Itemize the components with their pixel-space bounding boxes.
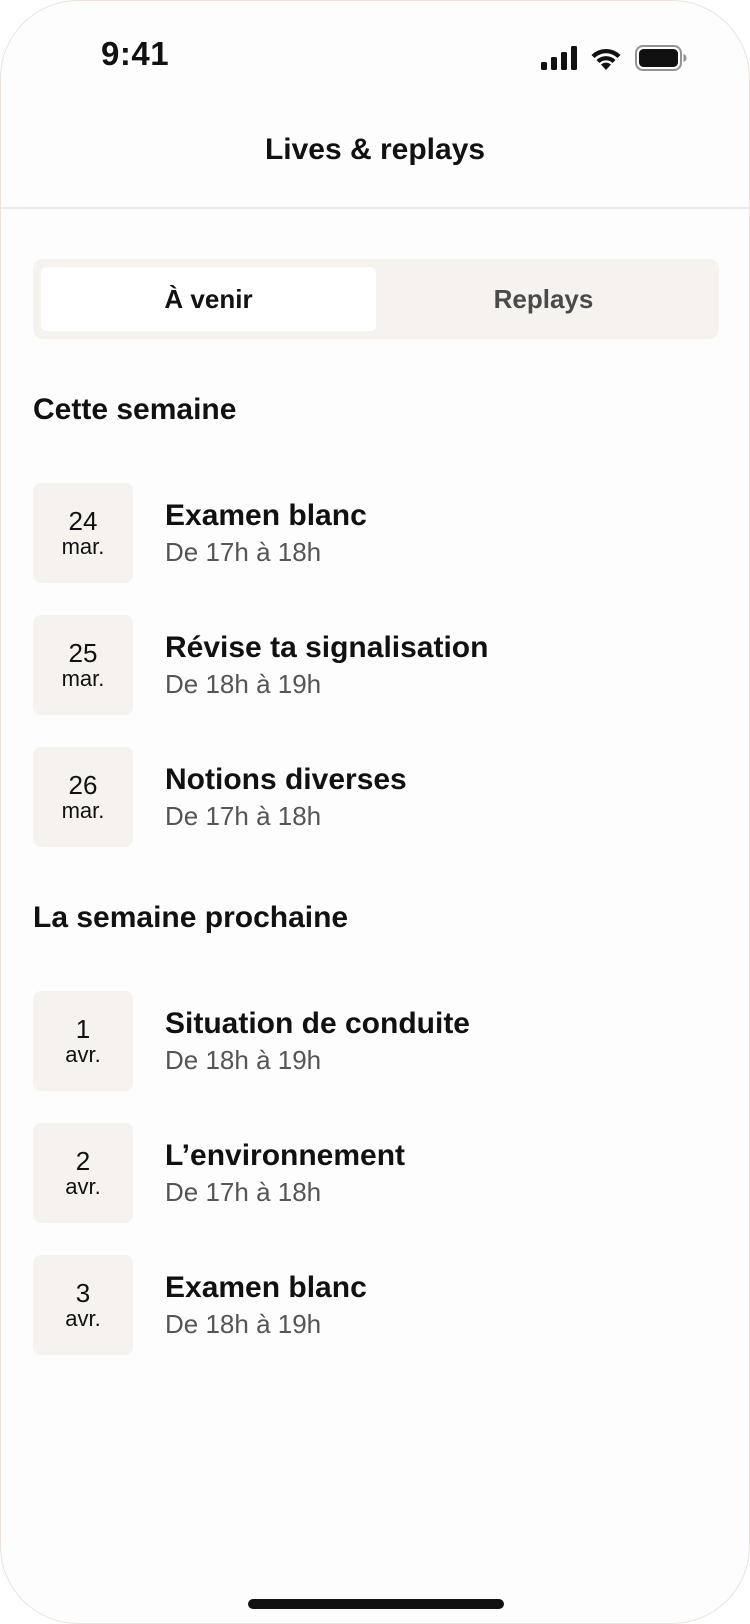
date-badge: 26 mar. xyxy=(33,747,133,847)
date-day: 26 xyxy=(68,770,98,800)
date-month: mar. xyxy=(61,666,105,691)
date-month: mar. xyxy=(61,534,105,559)
status-time: 9:41 xyxy=(101,35,170,72)
event-time: De 18h à 19h xyxy=(165,1309,322,1339)
event-item[interactable]: 2 avr. L’environnement De 17h à 18h xyxy=(33,1123,719,1223)
event-title: Révise ta signalisation xyxy=(165,631,489,664)
tab-a-venir[interactable]: À venir xyxy=(41,267,376,331)
date-badge: 2 avr. xyxy=(33,1123,133,1223)
section-title-la-semaine-prochaine: La semaine prochaine xyxy=(33,901,349,934)
event-item[interactable]: 25 mar. Révise ta signalisation De 18h à… xyxy=(33,615,719,715)
event-text: Examen blanc De 18h à 19h xyxy=(165,1270,367,1340)
date-month: avr. xyxy=(65,1174,101,1199)
navigation-header: Lives & replays xyxy=(1,109,749,209)
date-badge: 1 avr. xyxy=(33,991,133,1091)
event-item[interactable]: 26 mar. Notions diverses De 17h à 18h xyxy=(33,747,719,847)
home-indicator[interactable] xyxy=(248,1599,504,1609)
tab-replays[interactable]: Replays xyxy=(376,267,711,331)
battery-icon xyxy=(635,45,687,71)
event-time: De 18h à 19h xyxy=(165,1045,322,1075)
page-title: Lives & replays xyxy=(264,133,486,166)
event-item[interactable]: 1 avr. Situation de conduite De 18h à 19… xyxy=(33,991,719,1091)
event-time: De 17h à 18h xyxy=(165,537,322,567)
date-day: 24 xyxy=(68,506,98,536)
event-title: Examen blanc xyxy=(165,499,367,532)
section-title-cette-semaine: Cette semaine xyxy=(33,393,237,426)
event-text: Notions diverses De 17h à 18h xyxy=(165,762,407,832)
segmented-control: À venir Replays xyxy=(33,259,719,339)
date-day: 25 xyxy=(68,638,98,668)
date-month: avr. xyxy=(65,1042,101,1067)
date-month: avr. xyxy=(65,1306,101,1331)
event-text: Situation de conduite De 18h à 19h xyxy=(165,1006,470,1076)
event-item[interactable]: 24 mar. Examen blanc De 17h à 18h xyxy=(33,483,719,583)
event-text: Examen blanc De 17h à 18h xyxy=(165,498,367,568)
event-text: Révise ta signalisation De 18h à 19h xyxy=(165,630,488,700)
date-day: 3 xyxy=(75,1278,91,1308)
event-time: De 17h à 18h xyxy=(165,801,322,831)
event-title: L’environnement xyxy=(165,1139,406,1172)
status-bar: 9:41 xyxy=(1,1,749,109)
status-icons xyxy=(541,43,687,73)
date-badge: 24 mar. xyxy=(33,483,133,583)
event-time: De 17h à 18h xyxy=(165,1177,322,1207)
date-day: 2 xyxy=(75,1146,91,1176)
date-month: mar. xyxy=(61,798,105,823)
date-day: 1 xyxy=(75,1014,91,1044)
event-title: Notions diverses xyxy=(165,763,407,796)
event-time: De 18h à 19h xyxy=(165,669,322,699)
date-badge: 3 avr. xyxy=(33,1255,133,1355)
cellular-signal-icon xyxy=(541,46,577,70)
event-item[interactable]: 3 avr. Examen blanc De 18h à 19h xyxy=(33,1255,719,1355)
wifi-icon xyxy=(589,46,623,70)
phone-frame: 9:41 Lives & replays À venir Replays Cet… xyxy=(0,0,750,1624)
date-badge: 25 mar. xyxy=(33,615,133,715)
event-text: L’environnement De 17h à 18h xyxy=(165,1138,405,1208)
event-title: Examen blanc xyxy=(165,1271,367,1304)
event-title: Situation de conduite xyxy=(165,1007,470,1040)
